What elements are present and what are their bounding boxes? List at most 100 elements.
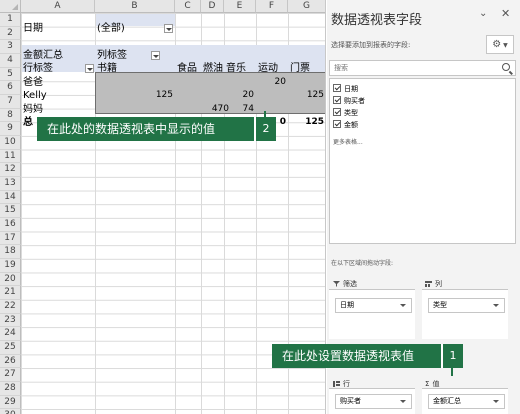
columns-area-label: 列 bbox=[425, 279, 442, 289]
column-header-a[interactable]: A bbox=[21, 0, 95, 13]
columns-field-pill[interactable]: 类型 bbox=[428, 298, 505, 313]
row-header[interactable]: 28 bbox=[0, 382, 21, 396]
cell-g4[interactable]: 门票 bbox=[288, 62, 325, 75]
close-icon[interactable]: ✕ bbox=[501, 7, 510, 20]
pane-options-chevron-down-icon[interactable]: ⌄ bbox=[479, 8, 487, 19]
row-header[interactable]: 25 bbox=[0, 341, 21, 355]
filters-field-pill[interactable]: 日期 bbox=[335, 298, 412, 313]
rows-label-text: 行 bbox=[343, 380, 350, 388]
cell-f4[interactable]: 运动 bbox=[256, 62, 288, 75]
row-header[interactable]: 12 bbox=[0, 163, 21, 178]
cell-a1[interactable]: 日期 bbox=[21, 22, 95, 35]
row-header[interactable]: 20 bbox=[0, 272, 21, 287]
filters-label-text: 筛选 bbox=[343, 280, 357, 288]
rows-area[interactable]: 购买者 bbox=[329, 388, 415, 414]
field-label: 金额 bbox=[344, 121, 358, 129]
cell-d4[interactable]: 燃油 bbox=[201, 62, 224, 75]
row-header[interactable]: 30 bbox=[0, 409, 21, 414]
cell-f5[interactable]: 20 bbox=[256, 76, 288, 89]
column-header-e[interactable]: E bbox=[224, 0, 256, 13]
cell-b1[interactable]: (全部) bbox=[95, 22, 165, 35]
checkbox-checked-icon[interactable] bbox=[333, 84, 341, 92]
row-header[interactable]: 8 bbox=[0, 108, 21, 123]
more-tables-link[interactable]: 更多表格... bbox=[333, 137, 363, 146]
values-field-pill[interactable]: 金额汇总 bbox=[428, 394, 505, 409]
columns-label-text: 列 bbox=[435, 280, 442, 288]
row-header[interactable]: 6 bbox=[0, 81, 21, 95]
cell-e4[interactable]: 音乐 bbox=[224, 62, 256, 75]
row-header[interactable]: 22 bbox=[0, 300, 21, 314]
column-header-b[interactable]: B bbox=[95, 0, 175, 13]
field-search-input[interactable] bbox=[329, 60, 516, 76]
search-icon bbox=[502, 63, 510, 71]
row-header[interactable]: 23 bbox=[0, 313, 21, 328]
callout-badge-2: 2 bbox=[254, 117, 276, 141]
cell-b4[interactable]: 书籍 bbox=[95, 62, 175, 75]
values-area[interactable]: 金额汇总 bbox=[422, 388, 508, 414]
callout-badge-1: 1 bbox=[441, 344, 463, 368]
row-header[interactable]: 14 bbox=[0, 190, 21, 205]
row-header[interactable]: 26 bbox=[0, 354, 21, 369]
columns-icon bbox=[425, 281, 432, 287]
cell-b6[interactable]: 125 bbox=[95, 89, 175, 102]
filter-funnel-icon bbox=[333, 281, 340, 287]
filters-area-label: 筛选 bbox=[333, 279, 357, 289]
row-header[interactable]: 17 bbox=[0, 231, 21, 246]
row-header[interactable]: 29 bbox=[0, 395, 21, 410]
field-label: 类型 bbox=[344, 109, 358, 117]
cell-e6[interactable]: 20 bbox=[224, 89, 256, 102]
setup-values-callout: 在此处设置数据透视表值 bbox=[272, 344, 441, 368]
row-header[interactable]: 3 bbox=[0, 40, 21, 54]
checkbox-checked-icon[interactable] bbox=[333, 108, 341, 116]
checkbox-checked-icon[interactable] bbox=[333, 96, 341, 104]
select-all-triangle-icon bbox=[12, 4, 18, 10]
column-header-c[interactable]: C bbox=[175, 0, 201, 13]
select-all-corner[interactable] bbox=[0, 0, 21, 13]
field-item-buyer[interactable]: 购买者 bbox=[333, 96, 365, 107]
row-header[interactable]: 27 bbox=[0, 368, 21, 383]
row-header[interactable]: 16 bbox=[0, 218, 21, 232]
columns-area[interactable]: 类型 bbox=[422, 289, 508, 339]
row-header[interactable]: 9 bbox=[0, 122, 21, 137]
row-header[interactable]: 13 bbox=[0, 177, 21, 191]
row-header[interactable]: 15 bbox=[0, 204, 21, 219]
cell-g6[interactable]: 125 bbox=[288, 89, 325, 102]
row-header[interactable]: 5 bbox=[0, 67, 21, 82]
column-header-g[interactable]: G bbox=[288, 0, 325, 13]
cell-a3[interactable]: 金额汇总 bbox=[21, 49, 95, 62]
row-header[interactable]: 10 bbox=[0, 136, 21, 150]
values-label-text: 值 bbox=[432, 380, 440, 388]
column-labels-dropdown-chevron-down-icon[interactable] bbox=[151, 51, 160, 60]
cell-a6[interactable]: Kelly bbox=[21, 89, 95, 102]
row-header[interactable]: 4 bbox=[0, 54, 21, 68]
column-header-f[interactable]: F bbox=[256, 0, 288, 13]
values-display-callout: 在此处的数据透视表中显示的值 bbox=[37, 117, 254, 141]
row-header[interactable]: 24 bbox=[0, 327, 21, 342]
filter-dropdown-chevron-down-icon[interactable] bbox=[164, 24, 173, 33]
row-header[interactable]: 11 bbox=[0, 149, 21, 164]
row-header[interactable]: 18 bbox=[0, 245, 21, 260]
cell-a7[interactable]: 妈妈 bbox=[21, 103, 95, 116]
row-labels-dropdown-chevron-down-icon[interactable] bbox=[85, 64, 94, 73]
row-header[interactable]: 21 bbox=[0, 286, 21, 301]
settings-button[interactable]: ⚙ ▼ bbox=[486, 35, 514, 54]
column-header-d[interactable]: D bbox=[201, 0, 224, 13]
field-item-type[interactable]: 类型 bbox=[333, 108, 358, 119]
row-header[interactable]: 7 bbox=[0, 95, 21, 109]
cell-b3[interactable]: 列标签 bbox=[95, 49, 155, 62]
rows-icon bbox=[333, 381, 340, 387]
row-header[interactable]: 19 bbox=[0, 259, 21, 273]
cell-g8[interactable]: 125 bbox=[288, 116, 325, 129]
field-item-amount[interactable]: 金额 bbox=[333, 120, 358, 131]
filters-area[interactable]: 日期 bbox=[329, 289, 415, 339]
cell-c4[interactable]: 食品 bbox=[175, 62, 201, 75]
row-header[interactable]: 1 bbox=[0, 13, 21, 27]
checkbox-checked-icon[interactable] bbox=[333, 120, 341, 128]
cell-d7[interactable]: 74 bbox=[224, 103, 256, 116]
settings-chevron-down-icon: ▼ bbox=[501, 42, 508, 49]
row-header[interactable]: 2 bbox=[0, 26, 21, 41]
field-item-date[interactable]: 日期 bbox=[333, 84, 358, 95]
cell-a4[interactable]: 行标签 bbox=[21, 62, 83, 75]
rows-field-pill[interactable]: 购买者 bbox=[335, 394, 412, 409]
cell-a5[interactable]: 爸爸 bbox=[21, 76, 95, 89]
